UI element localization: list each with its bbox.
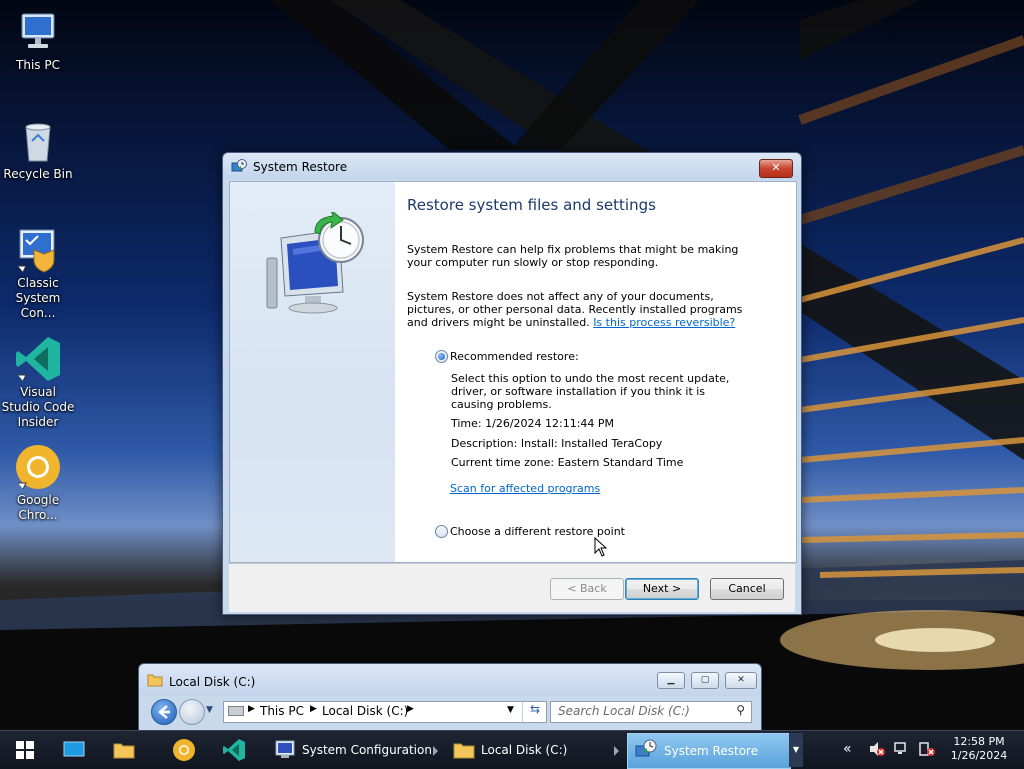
taskbar-app-label: System Restore (664, 744, 759, 758)
chevron-down-icon: ▼ (792, 745, 800, 754)
back-nav-button[interactable] (151, 699, 177, 725)
taskbar-app-system-configuration[interactable]: System Configuration (271, 733, 441, 767)
mouse-cursor-icon (594, 537, 608, 557)
restore-timezone: Current time zone: Eastern Standard Time (451, 456, 684, 469)
taskbar-app-label: Local Disk (C:) (481, 743, 568, 757)
taskbar-app-menu-button[interactable]: ▼ (789, 733, 803, 767)
refresh-icon[interactable]: ⇆ (522, 702, 547, 722)
breadcrumb-this-pc[interactable]: This PC (260, 704, 304, 718)
desktop-icon-classic-system-config[interactable]: Classic System Con... (0, 226, 76, 321)
system-config-icon (275, 740, 295, 758)
search-input[interactable]: Search Local Disk (C:) ⚲ (550, 701, 752, 723)
close-icon: ✕ (771, 161, 781, 174)
taskbar-app-local-disk[interactable]: Local Disk (C:) (450, 733, 620, 767)
restore-description: Description: Install: Installed TeraCopy (451, 437, 663, 450)
system-restore-window: System Restore ✕ Restore system files an… (222, 152, 802, 615)
minimize-button[interactable]: ▁ (657, 672, 685, 689)
vscode-icon (14, 335, 62, 383)
restore-main-panel: Restore system files and settings System… (407, 182, 787, 562)
dialog-footer: < Back Next > Cancel (229, 563, 795, 612)
back-button[interactable]: < Back (550, 578, 624, 600)
restore-content: Restore system files and settings System… (229, 181, 797, 563)
taskbar-vscode[interactable] (216, 731, 252, 769)
clock-date: 1/26/2024 (950, 749, 1008, 762)
chrome-icon (14, 443, 62, 491)
close-icon: ✕ (737, 675, 745, 685)
breadcrumb-local-disk[interactable]: Local Disk (C:) (322, 704, 408, 718)
desktop-icon-label: Recycle Bin (3, 167, 73, 181)
system-restore-icon (635, 739, 657, 757)
desktop-icon-label: This PC (16, 58, 60, 72)
taskbar-overflow-arrow-icon (614, 746, 619, 756)
search-icon[interactable]: ⚲ (736, 703, 745, 717)
close-button[interactable]: ✕ (759, 159, 793, 178)
taskbar-desktop-button[interactable] (56, 731, 92, 769)
scan-affected-programs-link[interactable]: Scan for affected programs (450, 482, 600, 495)
folder-icon (113, 743, 135, 759)
different-restore-point-radio[interactable] (435, 525, 448, 538)
restore-side-panel (230, 182, 395, 562)
page-title: Restore system files and settings (407, 196, 656, 214)
folder-icon (147, 673, 163, 689)
intro-text: System Restore can help fix problems tha… (407, 243, 739, 269)
desktop-icon (63, 741, 85, 757)
chrome-icon (173, 739, 195, 761)
this-pc-icon (14, 8, 62, 56)
address-dropdown-icon[interactable]: ▼ (507, 705, 514, 715)
arrow-left-icon (158, 705, 170, 719)
windows-logo-icon (16, 741, 34, 759)
window-title: System Restore (253, 160, 348, 174)
window-titlebar[interactable]: System Restore ✕ (223, 153, 801, 179)
reversible-link[interactable]: Is this process reversible? (593, 316, 735, 329)
explorer-close-button[interactable]: ✕ (725, 672, 757, 689)
info-text: System Restore does not affect any of yo… (407, 290, 757, 329)
desktop-icon-this-pc[interactable]: This PC (0, 8, 76, 73)
desktop-icon-google-chrome[interactable]: Google Chro... (0, 443, 76, 523)
taskbar-overflow-arrow-icon (433, 746, 438, 756)
desktop-icon-label: Google Chro... (16, 493, 60, 522)
drive-icon (228, 706, 244, 716)
recommended-description: Select this option to undo the most rece… (451, 372, 730, 411)
system-config-icon (14, 226, 62, 274)
restore-illustration-icon (266, 212, 364, 314)
breadcrumb-separator-icon: ▶ (310, 704, 317, 714)
taskbar-file-explorer[interactable] (106, 731, 142, 769)
clock-time: 12:58 PM (953, 735, 1005, 748)
breadcrumb-separator-icon: ▶ (248, 704, 255, 714)
desktop-icon-vscode-insider[interactable]: Visual Studio Code Insider (0, 335, 76, 430)
breadcrumb-separator-icon: ▶ (407, 704, 414, 714)
taskbar-chrome[interactable] (166, 731, 202, 769)
desktop-icon-label: Classic System Con... (15, 276, 61, 320)
maximize-button[interactable]: ▢ (691, 672, 719, 689)
show-hidden-icons-chevron-icon[interactable]: « (843, 741, 852, 757)
restore-time: Time: 1/26/2024 12:11:44 PM (451, 417, 615, 430)
minimize-icon: ▁ (667, 675, 675, 685)
explorer-titlebar[interactable]: Local Disk (C:) ▁ ▢ ✕ (139, 664, 761, 696)
recent-locations-chevron-icon[interactable]: ▼ (206, 705, 213, 715)
system-restore-icon (231, 159, 247, 175)
maximize-icon: ▢ (700, 675, 710, 685)
explorer-title: Local Disk (C:) (169, 675, 256, 689)
taskbar-clock[interactable]: 12:58 PM 1/26/2024 (946, 735, 1012, 763)
start-button[interactable] (8, 731, 42, 769)
volume-muted-icon[interactable] (868, 741, 886, 760)
recommended-restore-label[interactable]: Recommended restore: (450, 350, 579, 363)
taskbar-app-system-restore[interactable]: System Restore (627, 733, 791, 769)
next-button[interactable]: Next > (625, 578, 699, 600)
cancel-button[interactable]: Cancel (710, 578, 784, 600)
address-bar[interactable]: ▶ This PC ▶ Local Disk (C:) ▶ ▼ ⇆ (223, 701, 547, 723)
desktop-icon-label: Visual Studio Code Insider (1, 385, 75, 429)
recommended-restore-radio[interactable] (435, 350, 448, 363)
search-placeholder: Search Local Disk (C:) (558, 704, 690, 718)
taskbar: System Configuration Local Disk (C:) Sys… (0, 730, 1024, 769)
forward-nav-button[interactable] (179, 699, 205, 725)
network-icon[interactable] (893, 741, 911, 760)
folder-icon (453, 743, 475, 759)
recycle-bin-icon (14, 117, 62, 165)
action-center-icon[interactable] (918, 741, 936, 760)
taskbar-app-label: System Configuration (302, 743, 432, 757)
explorer-window: Local Disk (C:) ▁ ▢ ✕ ▼ ▶ This PC ▶ Loca… (138, 663, 762, 735)
desktop-icon-recycle-bin[interactable]: Recycle Bin (0, 117, 76, 182)
vscode-icon (223, 739, 245, 761)
